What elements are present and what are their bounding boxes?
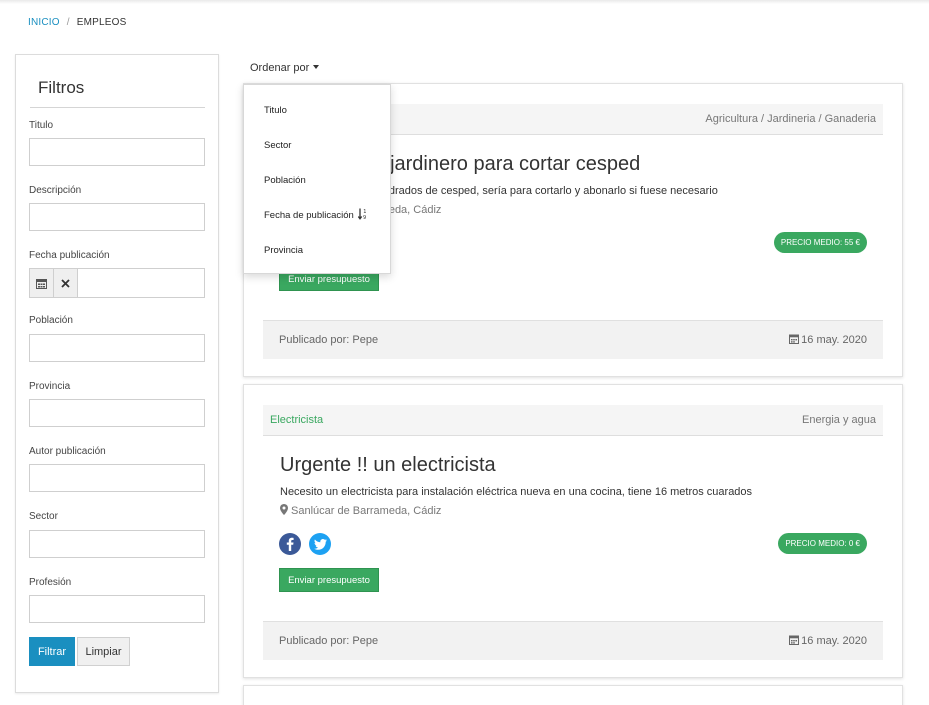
population-filter-label: Población <box>29 315 73 326</box>
province-filter-input[interactable] <box>29 399 205 427</box>
price-badge: PRECIO MEDIO: 0 € <box>778 533 867 554</box>
sort-option-date[interactable]: Fecha de publicación 1 9 <box>264 208 368 221</box>
sort-option-population[interactable]: Población <box>264 175 306 186</box>
job-date: 16 may. 2020 <box>789 334 867 346</box>
sort-option-sector[interactable]: Sector <box>264 140 291 151</box>
calendar-icon[interactable] <box>30 269 54 297</box>
author-filter-label: Autor publicación <box>29 446 106 457</box>
svg-text:9: 9 <box>363 215 366 220</box>
breadcrumb-current: EMPLEOS <box>76 17 127 28</box>
job-card: Electricista Energia y agua Urgente !! u… <box>243 384 903 678</box>
sector-filter-input[interactable] <box>29 530 205 558</box>
filter-button[interactable]: Filtrar <box>29 637 75 666</box>
job-card-header: Electricista Energia y agua <box>263 405 883 436</box>
top-shadow <box>0 0 929 4</box>
profession-filter-input[interactable] <box>29 595 205 623</box>
author-filter-input[interactable] <box>29 464 205 492</box>
job-location-text: Sanlúcar de Barrameda, Cádiz <box>291 505 442 517</box>
job-date: 16 may. 2020 <box>789 635 867 647</box>
job-date-text: 16 may. 2020 <box>801 635 867 647</box>
clear-button[interactable]: Limpiar <box>77 637 130 666</box>
job-title[interactable]: Urgente !! un electricista <box>280 454 496 477</box>
breadcrumb-home-link[interactable]: INICIO <box>28 17 60 28</box>
date-filter-group <box>29 268 205 298</box>
breadcrumb: INICIO / EMPLEOS <box>28 17 127 28</box>
send-quote-button[interactable]: Enviar presupuesto <box>279 568 379 592</box>
facebook-icon[interactable] <box>279 533 301 555</box>
sort-numeric-down-icon: 19 <box>357 208 366 220</box>
filters-title: Filtros <box>38 78 85 97</box>
job-date-text: 16 may. 2020 <box>801 334 867 346</box>
job-sector: Energia y agua <box>802 414 876 426</box>
map-marker-icon <box>280 504 288 515</box>
sort-label: Ordenar por <box>250 62 310 74</box>
date-filter-input[interactable] <box>78 269 204 297</box>
sort-option-date-label: Fecha de publicación <box>264 210 354 221</box>
job-location: Sanlúcar de Barrameda, Cádiz <box>280 504 441 517</box>
twitter-icon[interactable] <box>309 533 331 555</box>
province-filter-label: Provincia <box>29 381 71 392</box>
job-author: Publicado por: Pepe <box>279 334 379 346</box>
job-card-footer: Publicado por: Pepe 16 may. 2020 <box>263 320 883 359</box>
job-card <box>243 685 903 705</box>
sort-option-title[interactable]: Titulo <box>264 105 287 116</box>
description-filter-input[interactable] <box>29 203 205 231</box>
sector-filter-label: Sector <box>29 511 58 522</box>
breadcrumb-separator: / <box>66 17 70 28</box>
share-buttons <box>279 533 331 555</box>
clear-date-x-icon[interactable] <box>54 269 78 297</box>
price-badge: PRECIO MEDIO: 55 € <box>773 232 867 253</box>
description-filter-label: Descripción <box>29 185 82 196</box>
profession-filter-label: Profesión <box>29 577 72 588</box>
population-filter-input[interactable] <box>29 334 205 362</box>
sort-dropdown-toggle[interactable]: Ordenar por <box>250 62 320 74</box>
job-description: Necesito un electricista para instalació… <box>280 486 753 498</box>
filters-panel: Filtros Titulo Descripción Fecha publica… <box>15 54 219 693</box>
job-sector: Agricultura / Jardineria / Ganaderia <box>705 113 876 125</box>
calendar-icon <box>789 334 800 344</box>
sort-dropdown-menu: Titulo Sector Población Fecha de publica… <box>243 84 391 274</box>
date-filter-label: Fecha publicación <box>29 250 110 261</box>
caret-down-icon <box>313 65 320 69</box>
calendar-icon <box>789 635 800 645</box>
filters-divider <box>30 107 205 108</box>
sort-option-province[interactable]: Provincia <box>264 245 303 256</box>
title-filter-input[interactable] <box>29 138 205 166</box>
job-author: Publicado por: Pepe <box>279 635 379 647</box>
title-filter-label: Titulo <box>29 120 54 131</box>
job-card-footer: Publicado por: Pepe 16 may. 2020 <box>263 621 883 660</box>
job-profession[interactable]: Electricista <box>270 414 323 426</box>
